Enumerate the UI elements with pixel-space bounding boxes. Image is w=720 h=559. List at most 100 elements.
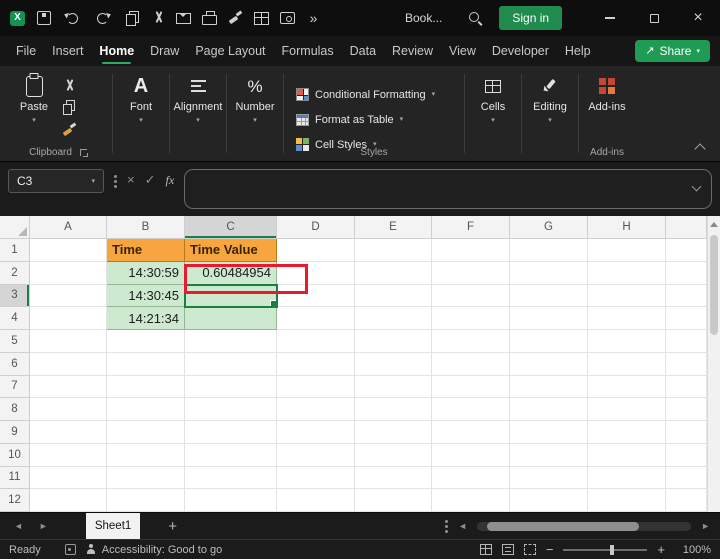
cell-D1[interactable] xyxy=(277,239,355,262)
cell-partial-1[interactable] xyxy=(666,239,707,262)
copy-icon[interactable] xyxy=(124,10,139,26)
cell-E4[interactable] xyxy=(355,307,432,330)
cell-F9[interactable] xyxy=(432,421,510,444)
cell-B1[interactable]: Time xyxy=(107,239,185,262)
page-break-view-button[interactable] xyxy=(523,544,536,555)
row-header-3[interactable]: 3 xyxy=(0,284,30,308)
zoom-in-button[interactable]: + xyxy=(657,543,665,556)
overflow-icon[interactable] xyxy=(306,10,321,26)
undo-icon[interactable] xyxy=(62,10,82,26)
redo-icon[interactable] xyxy=(93,10,113,26)
cell-A1[interactable] xyxy=(30,239,107,262)
normal-view-button[interactable] xyxy=(479,544,492,555)
cell-E2[interactable] xyxy=(355,261,432,285)
cell-B6[interactable] xyxy=(107,352,185,376)
cell-F5[interactable] xyxy=(432,330,510,353)
cell-A9[interactable] xyxy=(30,421,107,444)
minimize-button[interactable] xyxy=(588,0,632,36)
cell-partial-11[interactable] xyxy=(666,466,707,490)
sheet-nav-right-icon[interactable]: ► xyxy=(39,521,48,531)
vertical-scroll-thumb[interactable] xyxy=(710,235,718,335)
editing-button[interactable]: Editing ▾ xyxy=(524,66,576,161)
cell-G6[interactable] xyxy=(510,352,588,376)
cell-G9[interactable] xyxy=(510,421,588,444)
cell-F1[interactable] xyxy=(432,239,510,262)
excel-icon[interactable] xyxy=(10,10,25,26)
sign-in-button[interactable]: Sign in xyxy=(499,6,563,30)
cut-button[interactable] xyxy=(60,78,78,92)
cell-F4[interactable] xyxy=(432,307,510,330)
row-header-8[interactable]: 8 xyxy=(0,398,30,421)
cell-C7[interactable] xyxy=(185,375,277,399)
row-header-5[interactable]: 5 xyxy=(0,330,30,353)
cell-partial-7[interactable] xyxy=(666,375,707,399)
cell-A2[interactable] xyxy=(30,261,107,285)
cell-A6[interactable] xyxy=(30,352,107,376)
cut-icon[interactable] xyxy=(150,10,165,26)
cell-H1[interactable] xyxy=(588,239,666,262)
cell-partial-2[interactable] xyxy=(666,261,707,285)
menu-tab-draw[interactable]: Draw xyxy=(150,36,179,66)
column-header-C[interactable]: C xyxy=(185,216,277,239)
cell-B2[interactable]: 14:30:59 xyxy=(107,261,185,285)
cell-D6[interactable] xyxy=(277,352,355,376)
cell-E8[interactable] xyxy=(355,398,432,421)
close-button[interactable]: × xyxy=(676,0,720,36)
column-header-G[interactable]: G xyxy=(510,216,588,239)
save-icon[interactable] xyxy=(36,10,51,26)
cell-E9[interactable] xyxy=(355,421,432,444)
cell-partial-12[interactable] xyxy=(666,489,707,512)
cell-E5[interactable] xyxy=(355,330,432,353)
formula-bar-expand-chevron[interactable] xyxy=(691,181,702,192)
zoom-slider[interactable] xyxy=(563,544,648,555)
cell-B8[interactable] xyxy=(107,398,185,421)
mail-icon[interactable] xyxy=(176,10,191,26)
cell-partial-9[interactable] xyxy=(666,421,707,444)
cell-partial-10[interactable] xyxy=(666,443,707,467)
cell-H8[interactable] xyxy=(588,398,666,421)
cell-A4[interactable] xyxy=(30,307,107,330)
cell-C8[interactable] xyxy=(185,398,277,421)
row-header-7[interactable]: 7 xyxy=(0,375,30,399)
cell-D10[interactable] xyxy=(277,443,355,467)
cell-partial-8[interactable] xyxy=(666,398,707,421)
cancel-icon[interactable]: × xyxy=(127,173,135,186)
menu-tab-view[interactable]: View xyxy=(449,36,476,66)
menu-tab-formulas[interactable]: Formulas xyxy=(282,36,334,66)
cell-H7[interactable] xyxy=(588,375,666,399)
column-header-H[interactable]: H xyxy=(588,216,666,239)
row-header-2[interactable]: 2 xyxy=(0,261,30,285)
ribbon-collapse-chevron[interactable] xyxy=(694,143,706,155)
name-box[interactable]: C3 ▾ xyxy=(8,169,104,193)
cell-E6[interactable] xyxy=(355,352,432,376)
table-icon[interactable] xyxy=(254,10,269,26)
zoom-percentage[interactable]: 100% xyxy=(675,544,711,556)
cell-B4[interactable]: 14:21:34 xyxy=(107,307,185,330)
page-layout-view-button[interactable] xyxy=(501,544,514,555)
cell-C11[interactable] xyxy=(185,466,277,490)
cell-H4[interactable] xyxy=(588,307,666,330)
menu-tab-review[interactable]: Review xyxy=(392,36,433,66)
cell-H5[interactable] xyxy=(588,330,666,353)
horizontal-scroll-thumb[interactable] xyxy=(487,521,640,531)
accessibility-status[interactable]: Accessibility: Good to go xyxy=(102,544,222,556)
dialog-launcher-icon[interactable] xyxy=(79,149,88,157)
cell-G8[interactable] xyxy=(510,398,588,421)
cell-C9[interactable] xyxy=(185,421,277,444)
cell-H10[interactable] xyxy=(588,443,666,467)
cell-F10[interactable] xyxy=(432,443,510,467)
cell-F2[interactable] xyxy=(432,261,510,285)
row-header-6[interactable]: 6 xyxy=(0,352,30,376)
column-header-F[interactable]: F xyxy=(432,216,510,239)
zoom-out-button[interactable]: − xyxy=(546,543,554,556)
cell-A7[interactable] xyxy=(30,375,107,399)
cell-D7[interactable] xyxy=(277,375,355,399)
cell-D12[interactable] xyxy=(277,489,355,512)
font-button[interactable]: A Font ▾ xyxy=(115,66,167,161)
cell-G7[interactable] xyxy=(510,375,588,399)
tab-options-icon[interactable] xyxy=(445,524,449,528)
cell-A3[interactable] xyxy=(30,284,107,308)
cell-partial-3[interactable] xyxy=(666,284,707,308)
cell-partial-4[interactable] xyxy=(666,307,707,330)
cell-H12[interactable] xyxy=(588,489,666,512)
